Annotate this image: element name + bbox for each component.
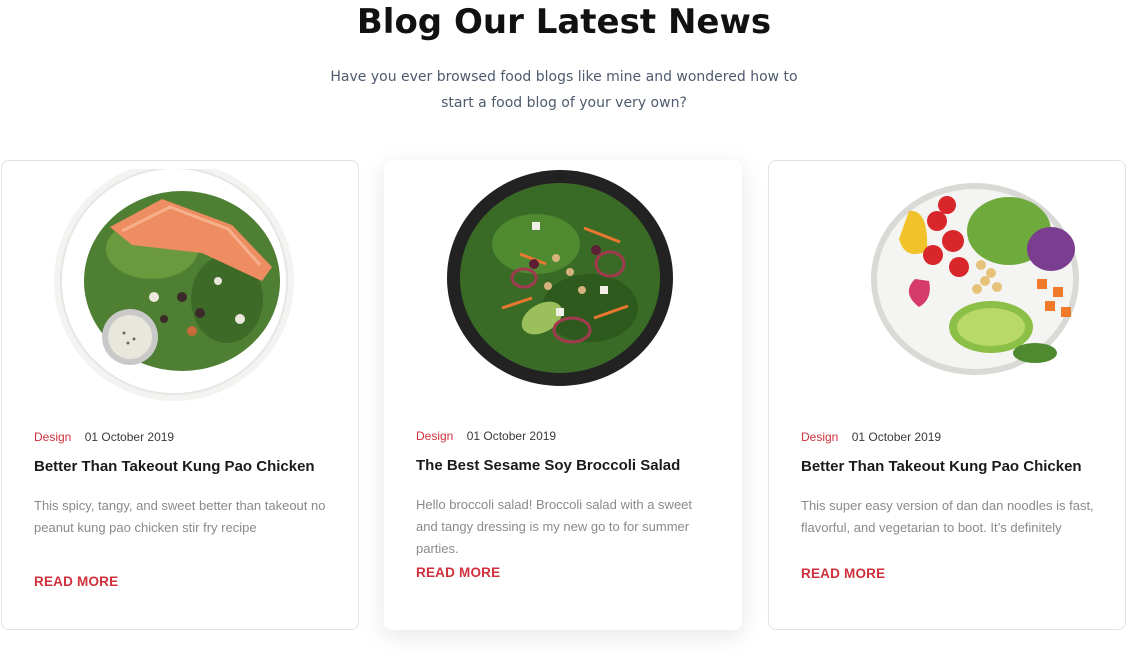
category-link[interactable]: Design [416,429,453,443]
card-title[interactable]: Better Than Takeout Kung Pao Chicken [801,457,1101,477]
section-subtitle: Have you ever browsed food blogs like mi… [330,69,798,111]
read-more-link[interactable]: READ MORE [416,564,500,582]
card-meta: Design 01 October 2019 [416,428,556,444]
read-more-link[interactable]: READ MORE [34,573,118,591]
broccoli-salad-plate-image[interactable] [424,168,702,400]
card-title[interactable]: Better Than Takeout Kung Pao Chicken [34,457,334,477]
card-excerpt: This super easy version of dan dan noodl… [801,498,1094,535]
card-excerpt: Hello broccoli salad! Broccoli salad wit… [416,497,693,556]
blog-card[interactable]: Design 01 October 2019 Better Than Takeo… [768,160,1126,630]
blog-section: Blog Our Latest News Have you ever brows… [0,0,1128,660]
post-date: 01 October 2019 [466,429,557,443]
category-link[interactable]: Design [801,430,838,444]
salmon-salad-bowl-image[interactable] [42,169,320,401]
card-meta: Design 01 October 2019 [801,429,941,445]
section-title: Blog Our Latest News [356,2,772,42]
card-excerpt: This spicy, tangy, and sweet better than… [34,498,326,535]
blog-card-featured[interactable]: Design 01 October 2019 The Best Sesame S… [384,160,742,630]
post-date: 01 October 2019 [84,430,175,444]
post-date: 01 October 2019 [851,430,942,444]
category-link[interactable]: Design [34,430,71,444]
card-title[interactable]: The Best Sesame Soy Broccoli Salad [416,456,716,476]
read-more-link[interactable]: READ MORE [801,565,885,583]
vegetable-bowl-image[interactable] [809,169,1087,401]
card-meta: Design 01 October 2019 [34,429,174,445]
blog-card[interactable]: Design 01 October 2019 Better Than Takeo… [1,160,359,630]
